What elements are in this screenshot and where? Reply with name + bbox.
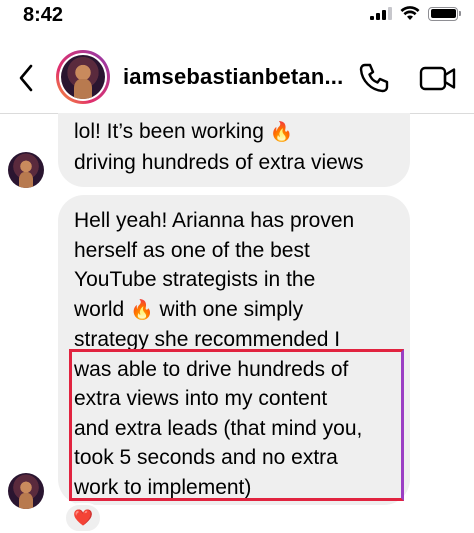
heart-icon: ❤️: [73, 510, 93, 527]
status-time: 8:42: [23, 4, 64, 26]
profile-avatar[interactable]: [56, 50, 110, 104]
message-line: strategy she recommended I: [74, 328, 341, 351]
fire-emoji: 🔥: [130, 299, 154, 321]
message-line: took 5 seconds and no extra: [74, 446, 338, 469]
message-line: and extra leads (that mind you,: [74, 416, 363, 440]
battery-icon: [428, 6, 461, 21]
message-bubble[interactable]: Hell yeah! Arianna has proven herself as…: [58, 195, 410, 505]
chat-username[interactable]: iamsebastianbetan...: [123, 64, 343, 90]
video-call-button[interactable]: [418, 60, 458, 96]
status-icons: [370, 6, 461, 21]
back-chevron-icon: [19, 64, 33, 92]
video-camera-icon: [419, 66, 456, 91]
cellular-signal-icon: [370, 7, 392, 20]
avatar-image: [61, 55, 105, 99]
back-button[interactable]: [10, 60, 42, 96]
message-line: was able to drive hundreds of: [74, 357, 349, 381]
message-line: Hell yeah! Arianna has proven: [74, 209, 355, 232]
fire-emoji: 🔥: [269, 122, 294, 143]
chat-header: iamsebastianbetan...: [0, 40, 474, 114]
sender-avatar[interactable]: [8, 473, 44, 509]
message-line: YouTube strategists in the: [74, 268, 316, 291]
message-line: world 🔥 with one simply: [74, 297, 304, 321]
message-line: work to implement): [74, 475, 252, 499]
wifi-icon: [400, 6, 420, 20]
message-bubble[interactable]: lol! It’s been working 🔥 driving hundred…: [58, 113, 410, 187]
phone-icon: [359, 63, 389, 93]
sender-avatar[interactable]: [8, 152, 44, 188]
heart-reaction[interactable]: ❤️: [64, 503, 102, 533]
message-line: driving hundreds of extra views: [74, 150, 364, 174]
message-line: extra views into my content: [74, 387, 328, 410]
voice-call-button[interactable]: [356, 60, 392, 96]
message-line: herself as one of the best: [74, 238, 310, 262]
message-line: lol! It’s been working 🔥: [74, 120, 294, 143]
